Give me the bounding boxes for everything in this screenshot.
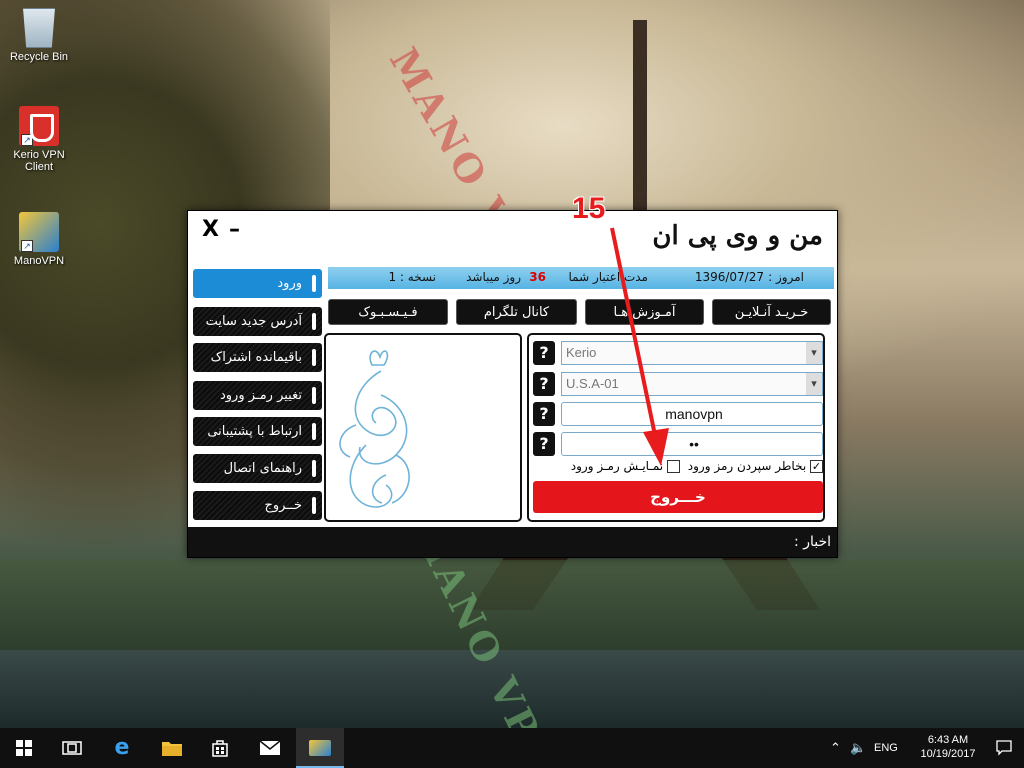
shortcut-arrow-icon: ↗ xyxy=(21,134,33,146)
remember-password-checkbox[interactable]: ✓ xyxy=(810,460,823,473)
username-help-button[interactable]: ? xyxy=(533,402,555,426)
days-suffix: روز میباشد xyxy=(466,270,521,284)
file-explorer-button[interactable] xyxy=(148,728,196,768)
desktop-icon-kerio-vpn[interactable]: ↗ Kerio VPN Client xyxy=(1,106,77,173)
version-label: نسخه : 1 xyxy=(388,270,436,284)
sidebar-item-contact-support[interactable]: ارتباط با پشتیبانی xyxy=(193,417,322,446)
butterfly-ornament-icon xyxy=(339,350,410,508)
app-logo: من و وی پی ان xyxy=(652,221,823,251)
exit-button[interactable]: خـــروج xyxy=(533,481,823,513)
desktop-icon-manovpn[interactable]: ↗ ManoVPN xyxy=(1,212,77,267)
password-field[interactable]: •• xyxy=(561,432,823,456)
shortcut-arrow-icon: ↗ xyxy=(21,240,33,252)
remember-password-label: بخاطر سپردن رمز ورود xyxy=(687,459,807,473)
input-language[interactable]: ENG xyxy=(874,728,898,768)
decorative-image-panel xyxy=(324,333,522,522)
show-password-checkbox[interactable] xyxy=(666,460,680,473)
sidebar-item-new-site-address[interactable]: آدرس جدید سایت xyxy=(193,307,322,336)
recycle-bin-icon xyxy=(23,8,55,48)
show-hidden-icons-icon[interactable]: ⌃ xyxy=(830,728,841,768)
password-help-button[interactable]: ? xyxy=(533,432,555,456)
show-password-label: نمـایـش رمـز ورود xyxy=(570,459,664,473)
step-number-annotation: 15 xyxy=(572,192,606,225)
sidebar-item-connection-guide[interactable]: راهنمای اتصال xyxy=(193,454,322,483)
windows-logo-icon xyxy=(16,740,32,756)
buy-online-button[interactable]: خـریـد آنـلایـن xyxy=(712,299,831,325)
today-date: 1396/07/27 xyxy=(694,270,764,284)
login-form-panel: ? Kerio ? U.S.A-01 ? manovpn ? •• ✓ بخاط… xyxy=(527,333,825,522)
title-bar[interactable]: X – من و وی پی ان xyxy=(188,211,837,259)
store-button[interactable] xyxy=(196,728,244,768)
news-bar: اخبار : xyxy=(188,527,837,557)
clock-time: 6:43 AM xyxy=(927,734,969,746)
sidebar-item-remaining-subscription[interactable]: باقیمانده اشتراک xyxy=(193,343,322,372)
desktop-icon-label: Recycle Bin xyxy=(9,51,69,63)
clock-date: 10/19/2017 xyxy=(920,748,976,760)
validity-label: مدت اعتبار شما xyxy=(568,270,649,284)
tutorials-button[interactable]: آمـوزش هـا xyxy=(585,299,704,325)
protocol-select[interactable]: Kerio xyxy=(561,341,823,365)
server-help-button[interactable]: ? xyxy=(533,372,555,396)
kerio-vpn-icon: ↗ xyxy=(19,106,59,146)
clock[interactable]: 6:43 AM 10/19/2017 xyxy=(908,733,988,761)
sidebar-item-change-password[interactable]: تغییر رمـز ورود xyxy=(193,381,322,410)
manovpn-window: X – من و وی پی ان امروز : 1396/07/27 مدت… xyxy=(187,210,838,558)
task-view-button[interactable] xyxy=(48,728,96,768)
minimize-button[interactable]: – xyxy=(229,217,240,242)
account-info-bar: امروز : 1396/07/27 مدت اعتبار شما 36 روز… xyxy=(328,267,834,289)
folder-icon xyxy=(162,742,182,756)
sidebar-item-login[interactable]: ورود xyxy=(193,269,322,298)
close-button[interactable]: X xyxy=(202,217,219,242)
edge-icon: e xyxy=(114,735,130,760)
facebook-button[interactable]: فـیـسـبـوک xyxy=(328,299,448,325)
task-view-icon xyxy=(62,741,82,755)
mail-button[interactable] xyxy=(246,728,294,768)
action-center-button[interactable] xyxy=(996,728,1012,768)
notification-icon xyxy=(996,740,1012,756)
store-icon xyxy=(212,740,228,757)
today-label: امروز : xyxy=(768,270,804,284)
username-field[interactable]: manovpn xyxy=(561,402,823,426)
protocol-help-button[interactable]: ? xyxy=(533,341,555,365)
edge-browser-button[interactable]: e xyxy=(98,728,146,768)
manovpn-taskbar-button[interactable] xyxy=(296,728,344,768)
desktop-icon-label: ManoVPN xyxy=(13,255,65,267)
server-select[interactable]: U.S.A-01 xyxy=(561,372,823,396)
volume-icon[interactable]: 🔈 xyxy=(850,728,866,768)
mail-icon xyxy=(259,740,281,755)
checkbox-row: ✓ بخاطر سپردن رمز ورود نمـایـش رمـز ورود xyxy=(533,459,823,477)
sidebar-item-exit[interactable]: خــروج xyxy=(193,491,322,520)
desktop-icon-recycle-bin[interactable]: Recycle Bin xyxy=(1,8,77,63)
news-label: اخبار : xyxy=(794,534,831,550)
telegram-channel-button[interactable]: کانال تلگرام xyxy=(456,299,577,325)
manovpn-icon: ↗ xyxy=(19,212,59,252)
validity-days: 36 xyxy=(529,270,546,284)
system-tray: ⌃ 🔈 ENG 6:43 AM 10/19/2017 xyxy=(824,728,1024,768)
taskbar: e ⌃ 🔈 ENG 6:43 AM 10/19/2017 xyxy=(0,728,1024,768)
desktop-icon-label: Kerio VPN Client xyxy=(13,149,65,173)
start-button[interactable] xyxy=(0,728,48,768)
manovpn-icon xyxy=(309,740,331,756)
window-controls: X – xyxy=(202,217,240,242)
